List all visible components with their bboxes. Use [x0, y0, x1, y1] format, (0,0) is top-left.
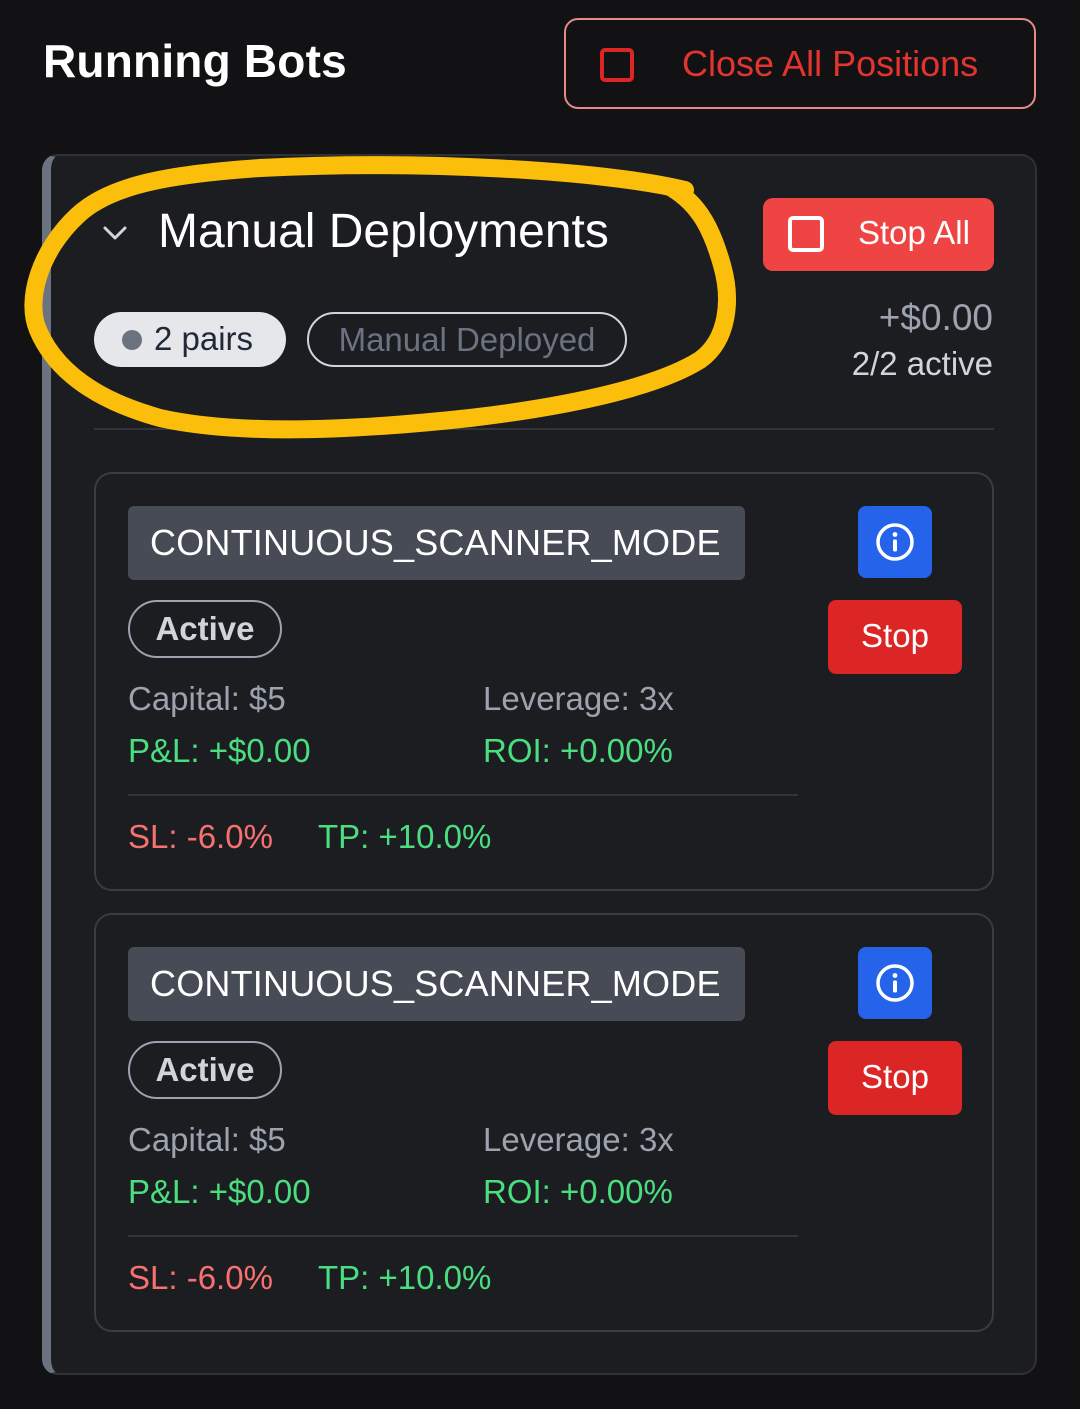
bot-stop-loss: SL: -6.0% [128, 1259, 273, 1296]
bot-status-label: Active [155, 610, 255, 647]
bot-take-profit: TP: +10.0% [318, 1259, 492, 1296]
info-circle-icon [876, 964, 914, 1002]
bot-status-label: Active [155, 1051, 255, 1088]
bot-pnl: P&L: +$0.00 [128, 1173, 311, 1210]
bot-stop-loss: SL: -6.0% [128, 818, 273, 855]
bot-roi: ROI: +0.00% [483, 1173, 673, 1210]
deployment-type-label: Manual Deployed [338, 321, 596, 358]
bot-capital: Capital: $5 [128, 1121, 286, 1158]
bot-take-profit: TP: +10.0% [318, 818, 492, 855]
bot-capital: Capital: $5 [128, 680, 286, 717]
running-bots-page: Running Bots Close All Positions Manual … [0, 0, 1080, 1409]
bot-stop-label: Stop [861, 617, 929, 654]
pairs-count-label: 2 pairs [154, 320, 254, 357]
bot-status-badge: Active [128, 600, 282, 658]
group-title[interactable]: Manual Deployments [158, 204, 609, 259]
square-stop-icon [600, 48, 634, 82]
stop-all-button[interactable]: Stop All [763, 198, 994, 271]
page-title: Running Bots [43, 35, 347, 87]
bot-leverage: Leverage: 3x [483, 1121, 674, 1158]
bot-info-button[interactable] [858, 506, 932, 578]
close-all-positions-button[interactable]: Close All Positions [564, 18, 1036, 109]
close-all-positions-label: Close All Positions [682, 43, 979, 84]
deployment-type-badge: Manual Deployed [307, 312, 627, 367]
bot-divider [128, 794, 798, 796]
chevron-down-icon[interactable] [100, 218, 130, 248]
bot-stop-button[interactable]: Stop [828, 600, 962, 674]
bot-mode-label: CONTINUOUS_SCANNER_MODE [150, 522, 721, 563]
status-dot-icon [122, 330, 142, 350]
bot-card: CONTINUOUS_SCANNER_MODE Active Stop Capi… [94, 472, 994, 891]
bot-card: CONTINUOUS_SCANNER_MODE Active Stop Capi… [94, 913, 994, 1332]
bot-divider [128, 1235, 798, 1237]
square-stop-icon [788, 216, 824, 252]
bot-stop-button[interactable]: Stop [828, 1041, 962, 1115]
group-active-count: 2/2 active [851, 345, 993, 382]
bot-mode-label: CONTINUOUS_SCANNER_MODE [150, 963, 721, 1004]
bot-stop-label: Stop [861, 1058, 929, 1095]
bot-pnl: P&L: +$0.00 [128, 732, 311, 769]
bot-mode-tag: CONTINUOUS_SCANNER_MODE [128, 947, 745, 1021]
bot-roi: ROI: +0.00% [483, 732, 673, 769]
group-divider [94, 428, 994, 430]
bot-mode-tag: CONTINUOUS_SCANNER_MODE [128, 506, 745, 580]
bot-info-button[interactable] [858, 947, 932, 1019]
group-total-pnl: +$0.00 [878, 297, 993, 338]
stop-all-label: Stop All [858, 214, 970, 251]
bot-leverage: Leverage: 3x [483, 680, 674, 717]
pairs-count-badge: 2 pairs [94, 312, 286, 367]
info-circle-icon [876, 523, 914, 561]
bot-status-badge: Active [128, 1041, 282, 1099]
